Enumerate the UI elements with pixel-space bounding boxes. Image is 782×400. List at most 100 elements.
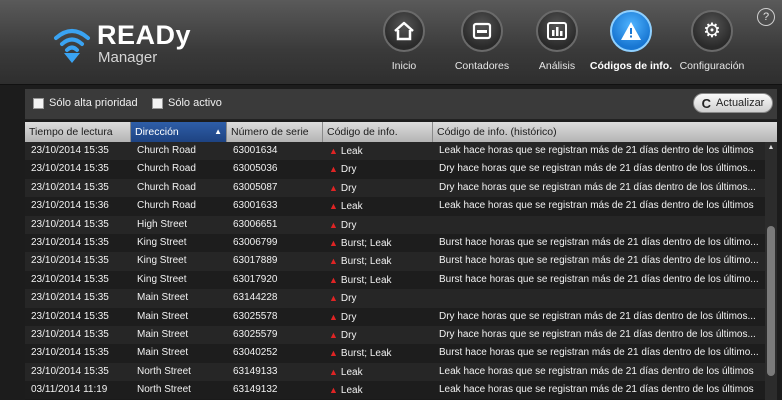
table-body: 23/10/2014 15:35 Church Road 63001634 ▲ Leak… xyxy=(25,142,765,400)
info-code-label: Burst; Leak xyxy=(340,348,392,360)
table-row[interactable]: 23/10/2014 15:35 Church Road 63001634 ▲ Leak… xyxy=(25,142,765,161)
cell-info-code-history: Dry hace horas que se registran más de 2… xyxy=(439,163,756,175)
table-row[interactable]: 23/10/2014 15:35 Church Road 63005087 ▲ Dry D… xyxy=(25,178,765,198)
table-row[interactable]: 23/10/2014 15:35 Main Street 63144228 ▲ Dry xyxy=(25,289,765,308)
table-row[interactable]: 23/10/2014 15:35 King Street 63017889 ▲ Burs… xyxy=(25,252,765,271)
cell-reading-time: 23/10/2014 15:35 xyxy=(31,328,109,340)
cell-info-code-history: Burst hace horas que se registran más de… xyxy=(439,347,759,359)
cell-info-code: ▲ Leak xyxy=(323,363,433,381)
cell-info-code-history: Burst hace horas que se registran más de… xyxy=(439,255,759,267)
info-code-label: Dry xyxy=(340,329,357,341)
cell-address: Main Street xyxy=(137,292,189,304)
col-info-code-history[interactable]: Código de info. (histórico) xyxy=(433,122,777,142)
cell-info-code-history xyxy=(433,289,765,307)
filter-high-priority[interactable]: Sólo alta prioridad xyxy=(33,97,138,109)
cell-address: King Street xyxy=(137,273,187,285)
col-info-code[interactable]: Código de info. xyxy=(323,122,433,142)
cell-serial-number: 63006651 xyxy=(233,218,278,230)
warning-icon: ▲ xyxy=(329,348,338,359)
cell-address: Main Street xyxy=(137,347,189,359)
vertical-scrollbar[interactable]: ▲ xyxy=(765,142,777,400)
nav-settings[interactable]: ⚙ Configuración xyxy=(667,10,757,72)
cell-reading-time: 23/10/2014 15:35 xyxy=(31,273,109,285)
wifi-logo-icon xyxy=(54,29,90,63)
table-row[interactable]: 03/11/2014 11:19 North Street 63149132 ▲ Lea… xyxy=(25,381,765,400)
cell-address: King Street xyxy=(137,236,187,248)
cell-serial-number: 63025579 xyxy=(233,328,278,340)
cell-reading-time: 23/10/2014 15:35 xyxy=(31,292,109,304)
high-priority-checkbox[interactable] xyxy=(33,97,44,109)
table-row[interactable]: 23/10/2014 15:35 Church Road 63005036 ▲ Dry D… xyxy=(25,160,765,179)
high-priority-label: Sólo alta prioridad xyxy=(49,97,138,109)
cell-address: Main Street xyxy=(137,328,189,340)
refresh-label: Actualizar xyxy=(716,97,765,109)
cell-info-code: ▲ Leak xyxy=(323,197,433,215)
cell-serial-number: 63144228 xyxy=(233,292,278,304)
cell-info-code-history: Dry hace horas que se registran más de 2… xyxy=(439,328,756,340)
sort-asc-icon: ▲ xyxy=(214,127,222,136)
cell-reading-time: 23/10/2014 15:35 xyxy=(31,236,109,248)
table-row[interactable]: 23/10/2014 15:35 King Street 63006799 ▲ Burs… xyxy=(25,233,765,253)
cell-address: North Street xyxy=(137,365,191,377)
cell-serial-number: 63149133 xyxy=(233,365,278,377)
chart-icon xyxy=(547,22,567,40)
cell-info-code: ▲ Burst; Leak xyxy=(323,252,433,270)
warning-icon: ▲ xyxy=(329,256,338,267)
cell-reading-time: 23/10/2014 15:35 xyxy=(31,163,109,175)
cell-info-code-history: Dry hace horas que se registran más de 2… xyxy=(439,181,756,193)
cell-info-code-history: Burst hace horas que se registran más de… xyxy=(439,236,759,248)
warning-icon: ▲ xyxy=(329,311,338,322)
nav-info-codes[interactable]: Códigos de info. xyxy=(586,10,676,72)
table-row[interactable]: 23/10/2014 15:35 North Street 63149133 ▲ Lea… xyxy=(25,362,765,382)
col-address[interactable]: Dirección ▲ xyxy=(131,122,227,142)
cell-info-code: ▲ Burst; Leak xyxy=(323,234,433,252)
cell-serial-number: 63040252 xyxy=(233,347,278,359)
col-reading-time[interactable]: Tiempo de lectura xyxy=(25,122,131,142)
table-row[interactable]: 23/10/2014 15:36 Church Road 63001633 ▲ Leak… xyxy=(25,197,765,216)
active-only-label: Sólo activo xyxy=(168,97,222,109)
table-row[interactable]: 23/10/2014 15:35 King Street 63017920 ▲ Burs… xyxy=(25,270,765,290)
gear-icon: ⚙ xyxy=(703,20,721,42)
warning-icon: ▲ xyxy=(329,385,338,396)
warning-icon: ▲ xyxy=(329,274,338,285)
refresh-icon: C xyxy=(701,95,712,111)
nav-settings-label: Configuración xyxy=(679,60,745,72)
scroll-up-icon[interactable]: ▲ xyxy=(765,144,777,151)
table-row[interactable]: 23/10/2014 15:35 Main Street 63025578 ▲ Dry D… xyxy=(25,307,765,326)
cell-reading-time: 23/10/2014 15:36 xyxy=(31,200,109,212)
scroll-thumb[interactable] xyxy=(767,226,775,376)
col-serial-number[interactable]: Número de serie xyxy=(227,122,323,142)
table-header: Tiempo de lectura Dirección ▲ Número de … xyxy=(25,122,777,142)
app-subtitle: Manager xyxy=(98,49,158,66)
cell-reading-time: 03/11/2014 11:19 xyxy=(31,384,108,396)
table-row[interactable]: 23/10/2014 15:35 Main Street 63025579 ▲ Dry D… xyxy=(25,325,765,345)
cell-info-code-history: Leak hace horas que se registran más de … xyxy=(439,365,754,377)
cell-info-code-history: Leak hace horas que se registran más de … xyxy=(439,384,754,396)
help-button[interactable]: ? xyxy=(757,8,775,26)
table-row[interactable]: 23/10/2014 15:35 High Street 63006651 ▲ Dry xyxy=(25,215,765,234)
active-only-checkbox[interactable] xyxy=(152,97,163,109)
filter-toolbar: Sólo alta prioridad Sólo activo C Actual… xyxy=(25,89,777,120)
cell-address: Main Street xyxy=(137,310,189,322)
cell-serial-number: 63001634 xyxy=(233,145,278,156)
cell-serial-number: 63006799 xyxy=(233,236,278,248)
warning-icon xyxy=(621,22,641,40)
info-code-label: Leak xyxy=(340,201,363,213)
warning-icon: ▲ xyxy=(329,237,338,248)
info-code-label: Burst; Leak xyxy=(340,274,392,286)
cell-address: High Street xyxy=(137,218,188,230)
cell-reading-time: 23/10/2014 15:35 xyxy=(31,145,109,156)
info-code-label: Dry xyxy=(340,182,357,194)
table-row[interactable]: 23/10/2014 15:35 Main Street 63040252 ▲ Burs… xyxy=(25,344,765,363)
cell-info-code-history: Leak hace horas que se registran más de … xyxy=(439,145,754,156)
cell-reading-time: 23/10/2014 15:35 xyxy=(31,347,109,359)
cell-info-code-history: Leak hace horas que se registran más de … xyxy=(439,200,754,212)
refresh-button[interactable]: C Actualizar xyxy=(693,93,773,113)
col-address-label: Dirección xyxy=(135,126,179,138)
filter-active-only[interactable]: Sólo activo xyxy=(152,97,222,109)
cell-address: Church Road xyxy=(137,163,196,175)
info-code-label: Dry xyxy=(340,164,357,176)
cell-info-code: ▲ Dry xyxy=(323,326,433,344)
app-title: READy xyxy=(97,20,192,50)
nav-home[interactable]: Inicio xyxy=(359,10,449,72)
